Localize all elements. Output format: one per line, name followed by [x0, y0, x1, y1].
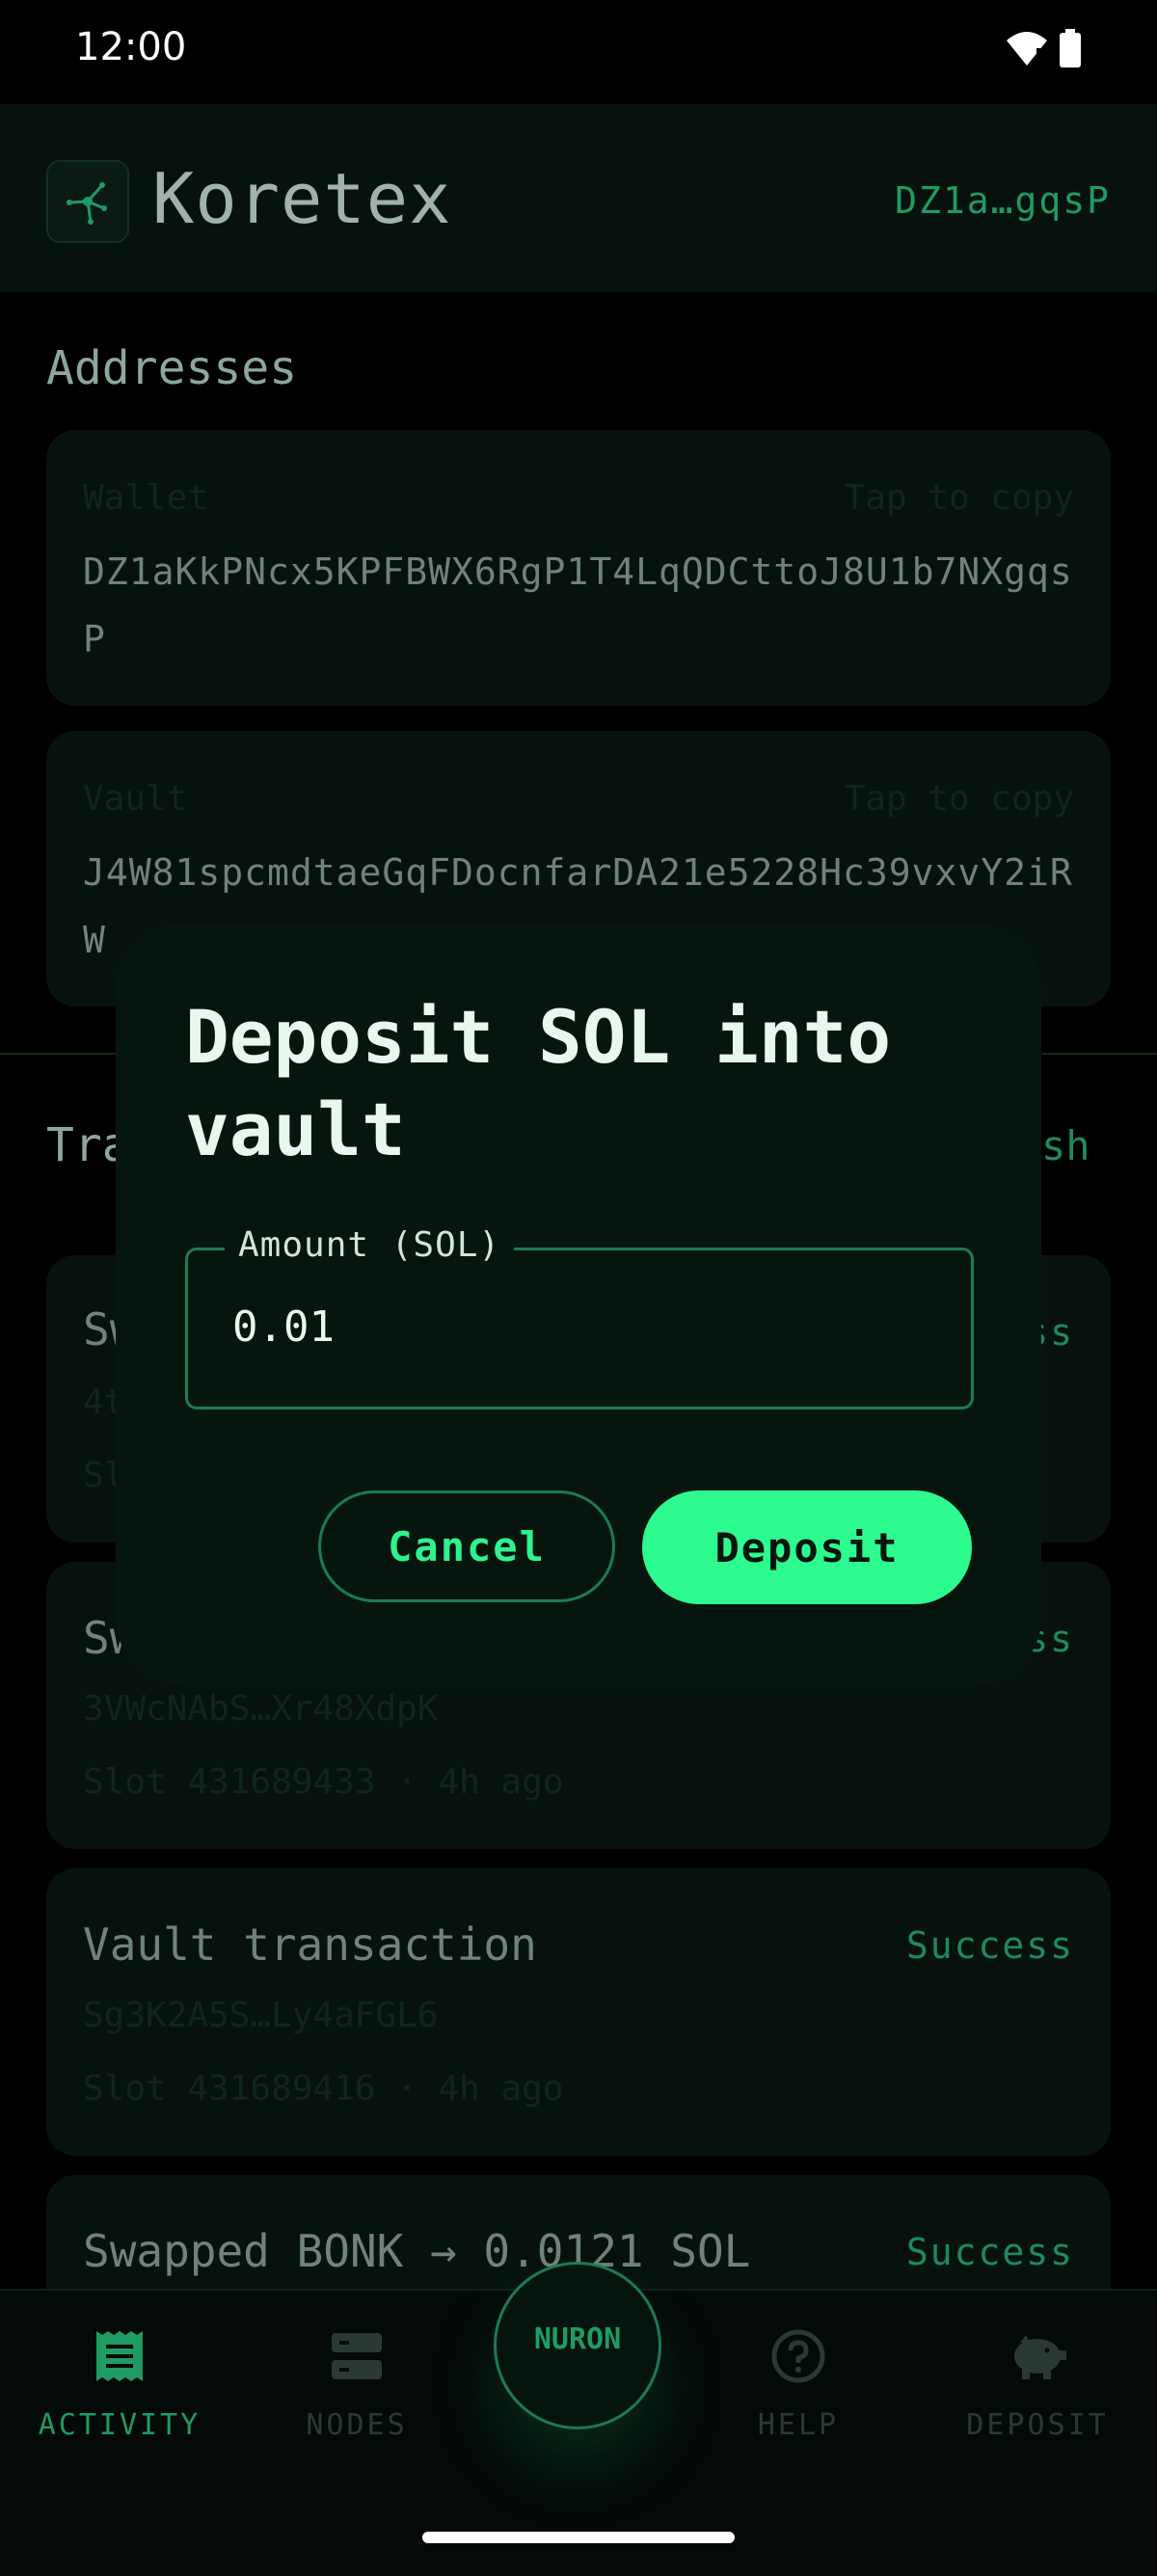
- header-wallet-address[interactable]: DZ1a…gqsP: [895, 179, 1111, 222]
- nav-label-help: HELP: [757, 2408, 840, 2442]
- wallet-label: Wallet: [83, 478, 209, 518]
- amount-input[interactable]: [230, 1297, 909, 1356]
- addresses-title: Addresses: [46, 341, 298, 395]
- piggy-bank-icon: [1014, 2335, 1066, 2379]
- dialog-title: Deposit SOL into vault: [185, 994, 892, 1172]
- nav-label-nodes: NODES: [306, 2408, 408, 2442]
- receipt-icon: [96, 2331, 143, 2381]
- nuron-label: NURON: [533, 2322, 622, 2356]
- battery-icon: [1060, 29, 1081, 67]
- tx-status: Success: [905, 1924, 1074, 1967]
- wallet-address-card[interactable]: Wallet Tap to copy DZ1aKkPNcx5KPFBWX6RgP…: [46, 430, 1111, 706]
- nav-item-activity[interactable]: ACTIVITY: [23, 2329, 216, 2442]
- nav-label-deposit: DEPOSIT: [966, 2408, 1109, 2442]
- refresh-button[interactable]: sh: [1041, 1122, 1090, 1169]
- amount-field[interactable]: Amount (SOL): [185, 1225, 974, 1409]
- app-logo-icon: [46, 160, 129, 243]
- nav-item-deposit[interactable]: DEPOSIT: [941, 2329, 1134, 2442]
- tx-meta: Slot 431689416 · 4h ago: [83, 2069, 564, 2108]
- transaction-card[interactable]: Vault transaction Success Sg3K2A5S…Ly4aF…: [46, 1868, 1111, 2156]
- amount-field-label: Amount (SOL): [225, 1225, 515, 1265]
- vault-label: Vault: [83, 779, 188, 818]
- tx-title: Vault transaction: [83, 1919, 537, 1971]
- wifi-icon: [1007, 32, 1047, 67]
- status-bar: 12:00: [0, 0, 1157, 104]
- status-time: 12:00: [75, 25, 187, 69]
- app-header: Koretex DZ1a…gqsP: [0, 104, 1157, 292]
- help-icon: [771, 2329, 825, 2383]
- tx-meta: Slot 431689433 · 4h ago: [83, 1762, 564, 1802]
- vault-copy-hint: Tap to copy: [844, 779, 1074, 818]
- status-icons: [1005, 29, 1082, 67]
- app-title: Koretex: [152, 158, 452, 239]
- tx-signature: Sg3K2A5S…Ly4aFGL6: [83, 1996, 439, 2035]
- tx-status: Success: [905, 2231, 1074, 2273]
- nav-item-help[interactable]: HELP: [702, 2329, 895, 2442]
- wallet-address-value: DZ1aKkPNcx5KPFBWX6RgP1T4LqQDCttoJ8U1b7NX…: [83, 550, 1073, 660]
- nuron-button[interactable]: NURON: [494, 2262, 661, 2429]
- nav-label-activity: ACTIVITY: [38, 2408, 202, 2442]
- wallet-copy-hint: Tap to copy: [844, 478, 1074, 518]
- deposit-button[interactable]: Deposit: [642, 1490, 972, 1604]
- tx-title: Swapped BONK → 0.0121 SOL: [83, 2225, 751, 2277]
- server-icon: [332, 2333, 382, 2379]
- home-indicator[interactable]: [422, 2532, 735, 2543]
- cancel-button[interactable]: Cancel: [318, 1490, 615, 1602]
- deposit-dialog: Deposit SOL into vault Amount (SOL) Canc…: [116, 924, 1041, 1685]
- nav-item-nodes[interactable]: NODES: [260, 2329, 453, 2442]
- tx-signature: 3VWcNAbS…Xr48XdpK: [83, 1689, 439, 1729]
